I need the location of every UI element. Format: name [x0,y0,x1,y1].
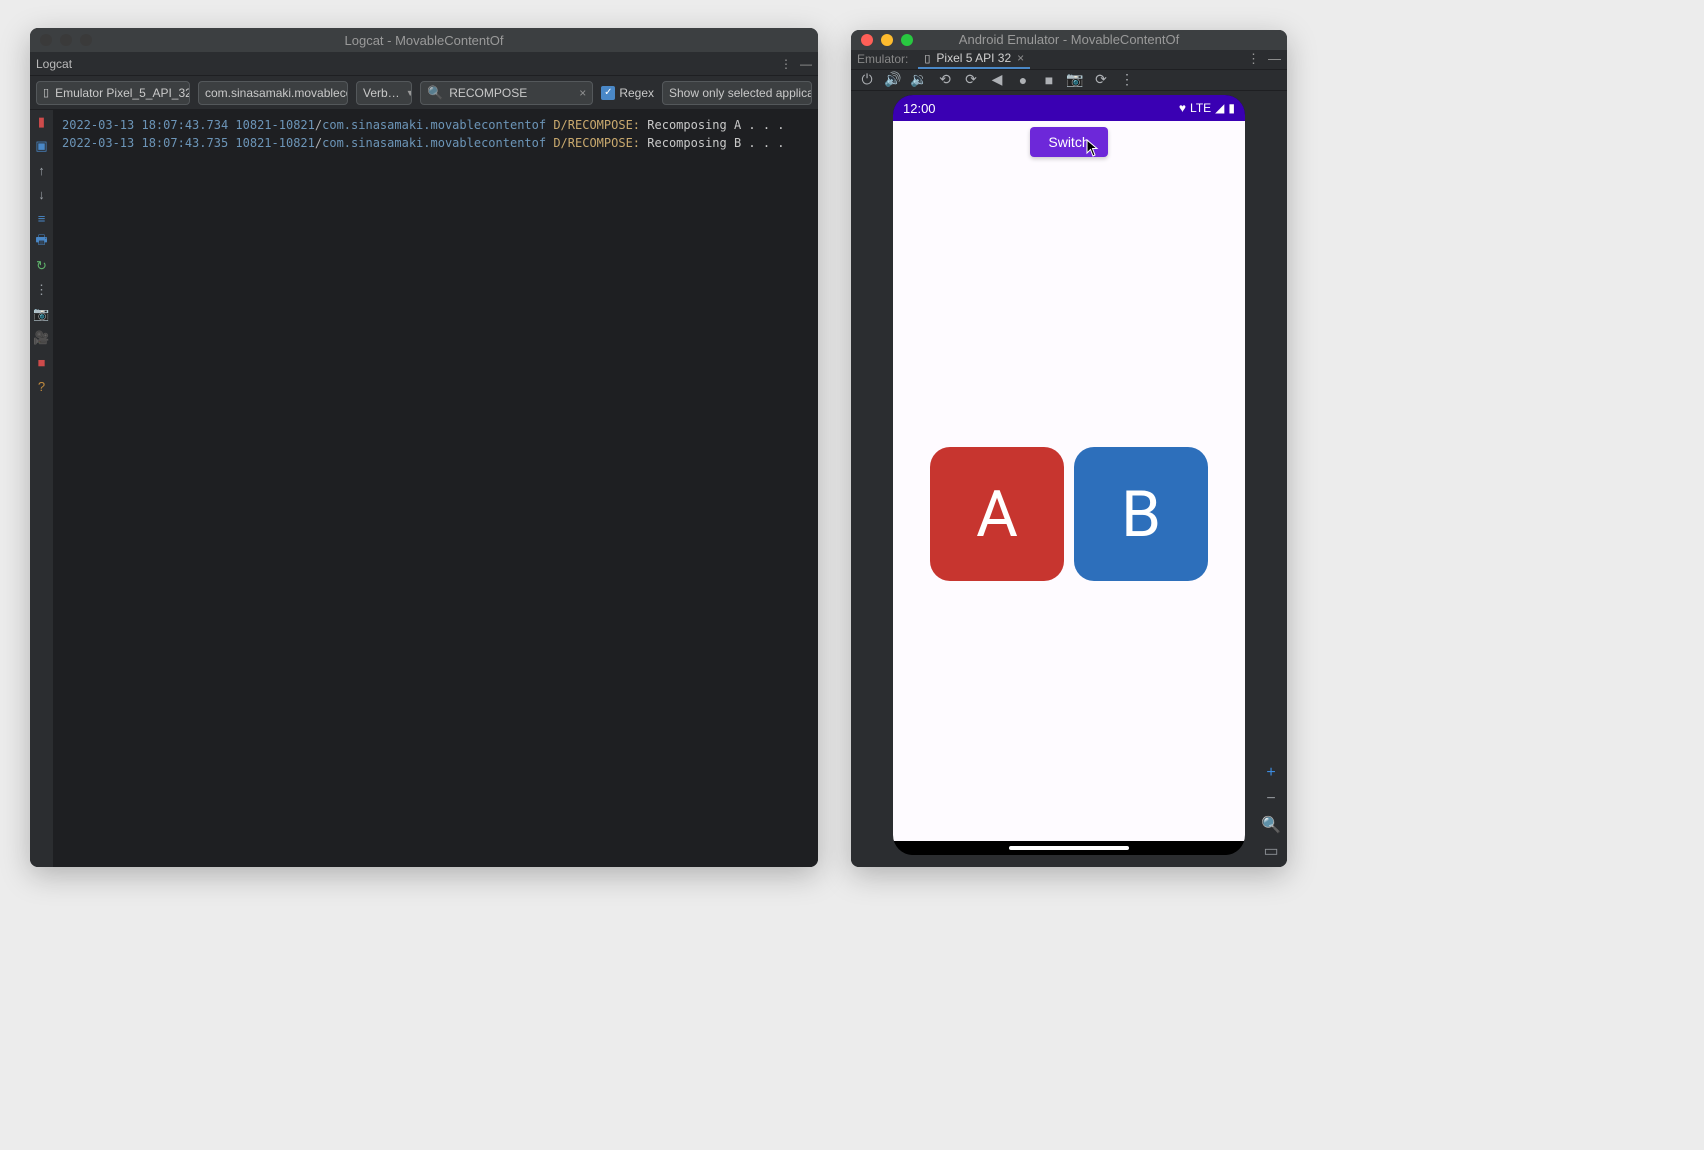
volume-down-icon[interactable]: 🔉 [911,72,927,88]
emulator-toolbar: ⏻ 🔊 🔉 ⟲ ⟳ ◀ ● ■ 📷 ⟳ ⋮ [851,70,1287,91]
rotate-right-icon[interactable]: ⟳ [963,72,979,88]
show-only-dropdown[interactable]: Show only selected applicati ▼ [662,81,812,105]
nav-bar[interactable] [893,841,1245,855]
status-bar: 12:00 ♥ LTE ◢ ▮ [893,95,1245,121]
window-title: Android Emulator - MovableContentOf [851,32,1287,47]
zoom-fit-icon[interactable]: 🔍 [1261,815,1281,835]
help-icon[interactable]: ? [34,378,50,394]
rotate-left-icon[interactable]: ⟲ [937,72,953,88]
home-icon[interactable]: ● [1015,72,1031,88]
search-value: RECOMPOSE [449,86,573,100]
emulator-window: Android Emulator - MovableContentOf Emul… [851,30,1287,867]
hide-icon[interactable]: — [800,57,812,71]
emulator-tabbar: Emulator: ▯ Pixel 5 API 32 × ⋮ — [851,50,1287,70]
restart-icon[interactable]: ↻ [34,258,50,274]
clear-search-icon[interactable]: × [579,86,586,100]
video-icon[interactable]: 🎥 [34,330,50,346]
phone-frame: 12:00 ♥ LTE ◢ ▮ Switch A B [893,95,1245,855]
filter-row: ▯ Emulator Pixel_5_API_32 ▼ com.sinasama… [30,76,818,110]
search-input[interactable]: 🔍 RECOMPOSE × [420,81,593,105]
app-surface[interactable]: Switch A B [893,121,1245,841]
battery-icon: ▮ [1228,101,1235,115]
soft-wrap-icon[interactable]: ≡ [34,210,50,226]
level-dropdown-label: Verb… [363,86,400,100]
record-icon[interactable]: ⟳ [1093,72,1109,88]
more-vert-icon[interactable]: ⋮ [1119,72,1135,88]
emulator-titlebar: Android Emulator - MovableContentOf [851,30,1287,50]
resize-icon[interactable]: ▭ [1261,841,1281,861]
status-time: 12:00 [903,101,936,116]
chevron-down-icon: ▼ [406,88,412,98]
log-line: 2022-03-13 18:07:43.734 10821-10821/com.… [62,116,810,134]
close-icon[interactable] [861,34,873,46]
emulator-label: Emulator: [857,52,908,66]
tiles-row: A B [893,447,1245,581]
log-line: 2022-03-13 18:07:43.735 10821-10821/com.… [62,134,810,152]
power-icon[interactable]: ⏻ [859,72,875,88]
tool-header: Logcat ⋮ — [30,52,818,76]
package-dropdown-label: com.sinasamaki.movableco [205,86,348,100]
phone-icon: ▯ [43,86,49,99]
log-output[interactable]: 2022-03-13 18:07:43.734 10821-10821/com.… [54,110,818,867]
close-tab-icon[interactable]: × [1017,51,1024,65]
heart-icon: ♥ [1179,101,1186,115]
regex-checkbox[interactable]: ✓ Regex [601,86,654,100]
show-only-label: Show only selected applicati [669,86,812,100]
log-sidebar: ▮ ▣ ↑ ↓ ≡ 🖶 ↻ ⋮ 📷 🎥 ■ ? [30,110,54,867]
switch-button[interactable]: Switch [1030,127,1107,157]
regex-label: Regex [619,86,654,100]
traffic-lights [40,34,92,46]
trash-icon[interactable]: ▮ [34,114,50,130]
capture-icon[interactable]: ▣ [34,138,50,154]
close-icon[interactable] [40,34,52,46]
logcat-window: Logcat - MovableContentOf Logcat ⋮ — ▯ E… [30,28,818,867]
zoom-icon[interactable] [80,34,92,46]
floating-tools: + − 🔍 ▭ [1261,763,1281,861]
up-arrow-icon[interactable]: ↑ [34,162,50,178]
logcat-body: ▮ ▣ ↑ ↓ ≡ 🖶 ↻ ⋮ 📷 🎥 ■ ? 2022-03-13 18:07… [30,110,818,867]
stop-icon[interactable]: ■ [34,354,50,370]
tool-title: Logcat [36,57,72,71]
level-dropdown[interactable]: Verb… ▼ [356,81,412,105]
emulator-stage: 12:00 ♥ LTE ◢ ▮ Switch A B [851,91,1287,867]
hide-icon[interactable]: — [1268,51,1281,67]
camera-icon[interactable]: 📷 [34,306,50,322]
more-vert-icon[interactable]: ⋮ [1247,51,1260,67]
emulator-tab[interactable]: ▯ Pixel 5 API 32 × [918,50,1030,69]
emulator-tab-label: Pixel 5 API 32 [936,51,1011,65]
volume-up-icon[interactable]: 🔊 [885,72,901,88]
checkbox-checked-icon: ✓ [601,86,615,100]
search-icon: 🔍 [427,85,443,101]
screenshot-icon[interactable]: 📷 [1067,72,1083,88]
phone-icon: ▯ [924,52,930,65]
minimize-icon[interactable] [60,34,72,46]
more-vert-icon[interactable]: ⋮ [780,57,792,71]
window-title: Logcat - MovableContentOf [30,33,818,48]
minimize-icon[interactable] [881,34,893,46]
zoom-in-icon[interactable]: + [1261,763,1281,783]
down-arrow-icon[interactable]: ↓ [34,186,50,202]
tile-a: A [930,447,1064,581]
package-dropdown[interactable]: com.sinasamaki.movableco ▼ [198,81,348,105]
lte-label: LTE [1190,101,1211,115]
logcat-titlebar: Logcat - MovableContentOf [30,28,818,52]
zoom-icon[interactable] [901,34,913,46]
print-icon[interactable]: 🖶 [34,234,50,250]
zoom-out-icon[interactable]: − [1261,789,1281,809]
nav-pill-icon [1009,846,1129,850]
traffic-lights [861,34,913,46]
overview-icon[interactable]: ■ [1041,72,1057,88]
back-icon[interactable]: ◀ [989,72,1005,88]
device-dropdown-label: Emulator Pixel_5_API_32 [55,86,190,100]
device-dropdown[interactable]: ▯ Emulator Pixel_5_API_32 ▼ [36,81,190,105]
signal-icon: ◢ [1215,101,1224,115]
more-vert-icon[interactable]: ⋮ [34,282,50,298]
tile-b: B [1074,447,1208,581]
